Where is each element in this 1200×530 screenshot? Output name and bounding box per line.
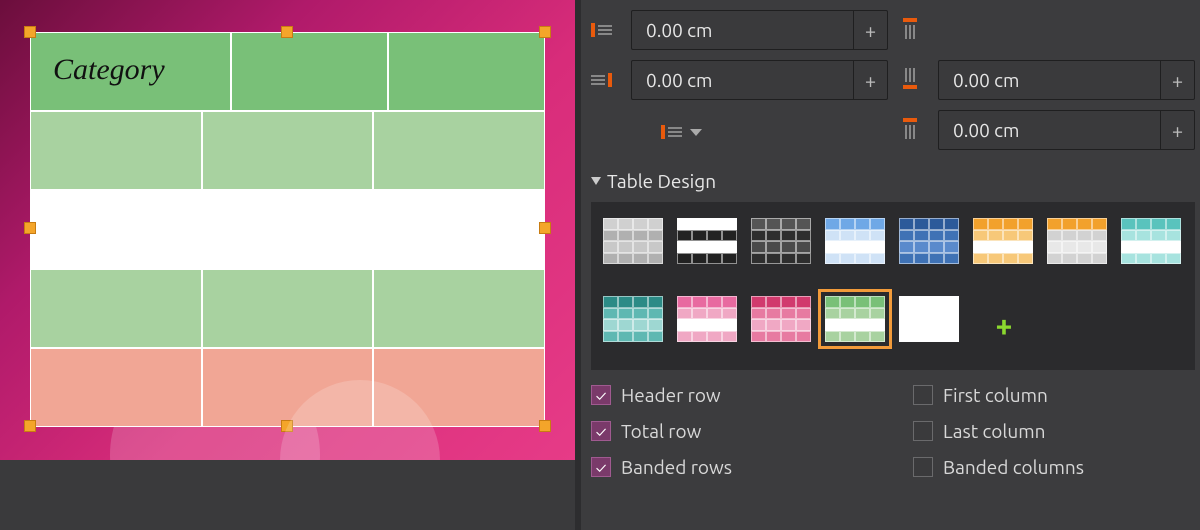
table-style-black-white[interactable] xyxy=(677,218,737,264)
selection-handle[interactable] xyxy=(281,26,293,38)
indent-right-value: 0.00 cm xyxy=(939,69,1160,91)
stepper-up-icon[interactable]: + xyxy=(1160,111,1194,149)
table-header-cell[interactable] xyxy=(231,32,388,111)
chevron-down-icon xyxy=(690,129,702,136)
space-below-icon xyxy=(591,70,615,90)
header-row-checkbox[interactable]: Header row xyxy=(591,384,873,406)
table-style-gallery: + xyxy=(591,202,1195,370)
table-design-section-header[interactable]: Table Design xyxy=(591,170,1195,192)
table-object[interactable]: Category xyxy=(30,32,545,427)
table-style-pink[interactable] xyxy=(677,296,737,342)
first-column-checkbox[interactable]: First column xyxy=(913,384,1195,406)
space-above-value: 0.00 cm xyxy=(632,19,853,41)
selection-handle[interactable] xyxy=(539,222,551,234)
checkbox-label: First column xyxy=(943,384,1048,406)
banded-columns-checkbox[interactable]: Banded columns xyxy=(913,456,1195,478)
selection-handle[interactable] xyxy=(281,420,293,432)
table-cell[interactable] xyxy=(202,190,374,269)
table-cell[interactable] xyxy=(373,348,545,427)
table-cell[interactable] xyxy=(30,111,202,190)
table-cell[interactable] xyxy=(30,348,202,427)
table-header-cell[interactable] xyxy=(388,32,545,111)
table-style-white[interactable] xyxy=(899,296,959,342)
table-cell[interactable] xyxy=(373,190,545,269)
table-style-teal[interactable] xyxy=(1121,218,1181,264)
total-row-checkbox[interactable]: Total row xyxy=(591,420,873,442)
table-style-blue-dark[interactable] xyxy=(899,218,959,264)
indent-first-line-icon xyxy=(900,118,920,142)
add-table-style-button[interactable]: + xyxy=(973,292,1035,358)
space-above-spin[interactable]: 0.00 cm + xyxy=(631,10,888,50)
table-style-orange-bold[interactable] xyxy=(973,218,1033,264)
checkbox-label: Header row xyxy=(621,384,721,406)
line-spacing-dropdown[interactable] xyxy=(661,115,701,149)
stepper-up-icon[interactable]: + xyxy=(853,11,887,49)
properties-panel: 0.00 cm + 0.00 cm + 0.00 cm + xyxy=(575,0,1200,530)
table-style-teal-dark[interactable] xyxy=(603,296,663,342)
stepper-up-icon[interactable]: + xyxy=(1160,61,1194,99)
table-cell[interactable] xyxy=(373,111,545,190)
panel-divider[interactable] xyxy=(575,0,581,530)
table-style-blue-light[interactable] xyxy=(825,218,885,264)
slide-canvas[interactable]: Category xyxy=(0,0,575,460)
table-cell[interactable] xyxy=(202,348,374,427)
selection-handle[interactable] xyxy=(24,222,36,234)
last-column-checkbox[interactable]: Last column xyxy=(913,420,1195,442)
table-style-magenta[interactable] xyxy=(751,296,811,342)
table-style-orange-soft[interactable] xyxy=(1047,218,1107,264)
table-cell[interactable] xyxy=(373,269,545,348)
indent-left-icon xyxy=(900,18,920,42)
checkbox-label: Last column xyxy=(943,420,1046,442)
space-below-value: 0.00 cm xyxy=(632,69,853,91)
table-header-cell[interactable]: Category xyxy=(30,32,231,111)
indent-first-line-value: 0.00 cm xyxy=(939,119,1160,141)
selection-handle[interactable] xyxy=(24,26,36,38)
table-style-green[interactable] xyxy=(825,296,885,342)
table-cell[interactable] xyxy=(202,111,374,190)
indent-right-icon xyxy=(900,68,920,92)
table-style-default-light[interactable] xyxy=(603,218,663,264)
checkbox-label: Total row xyxy=(621,420,701,442)
selection-handle[interactable] xyxy=(24,420,36,432)
indent-right-spin[interactable]: 0.00 cm + xyxy=(938,60,1195,100)
space-below-spin[interactable]: 0.00 cm + xyxy=(631,60,888,100)
section-title: Table Design xyxy=(607,170,716,192)
stepper-up-icon[interactable]: + xyxy=(853,61,887,99)
space-above-icon xyxy=(591,20,615,40)
selection-handle[interactable] xyxy=(539,420,551,432)
indent-first-line-spin[interactable]: 0.00 cm + xyxy=(938,110,1195,150)
checkbox-label: Banded columns xyxy=(943,456,1084,478)
table-cell[interactable] xyxy=(30,190,202,269)
table-style-grey[interactable] xyxy=(751,218,811,264)
table-cell[interactable] xyxy=(30,269,202,348)
table-cell[interactable] xyxy=(202,269,374,348)
banded-rows-checkbox[interactable]: Banded rows xyxy=(591,456,873,478)
checkbox-label: Banded rows xyxy=(621,456,732,478)
selection-handle[interactable] xyxy=(539,26,551,38)
chevron-down-icon xyxy=(591,177,601,185)
